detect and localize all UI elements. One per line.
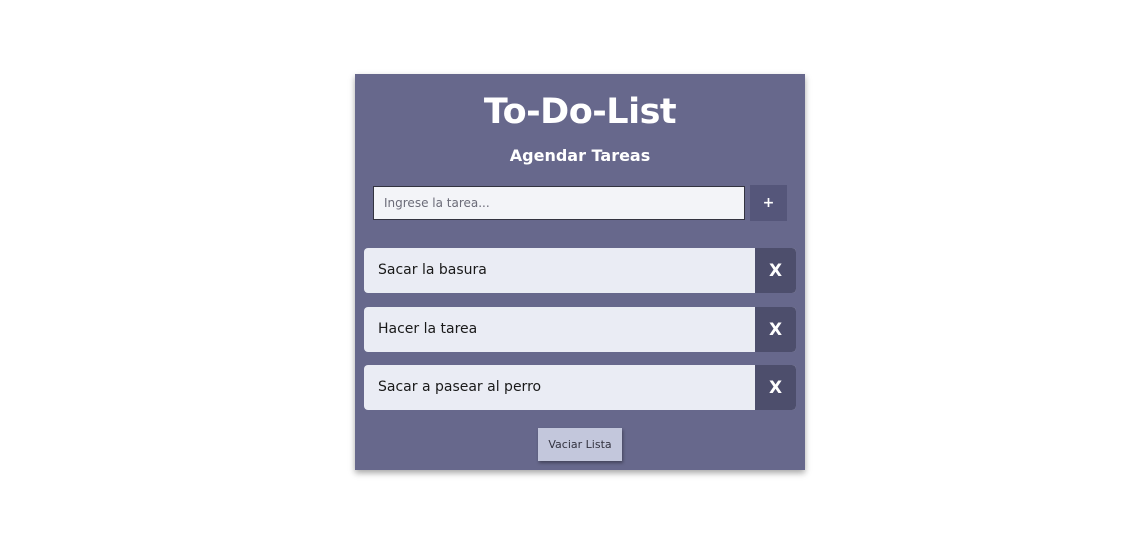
- task-label: Hacer la tarea: [378, 321, 478, 337]
- add-task-button[interactable]: +: [750, 185, 787, 221]
- delete-task-button[interactable]: X: [755, 365, 796, 410]
- clear-list-button[interactable]: Vaciar Lista: [538, 428, 622, 461]
- app-title: To-Do-List: [483, 92, 677, 132]
- delete-task-button[interactable]: X: [755, 307, 796, 352]
- task-item: Hacer la tarea X: [364, 307, 796, 352]
- task-item: Sacar a pasear al perro X: [364, 365, 796, 410]
- delete-task-button[interactable]: X: [755, 248, 796, 293]
- todo-card: To-Do-List Agendar Tareas + Sacar la bas…: [355, 74, 805, 470]
- task-item: Sacar la basura X: [364, 248, 796, 293]
- task-input[interactable]: [373, 186, 745, 220]
- task-label: Sacar la basura: [378, 262, 487, 278]
- task-label: Sacar a pasear al perro: [378, 379, 542, 395]
- app-subtitle: Agendar Tareas: [509, 146, 651, 165]
